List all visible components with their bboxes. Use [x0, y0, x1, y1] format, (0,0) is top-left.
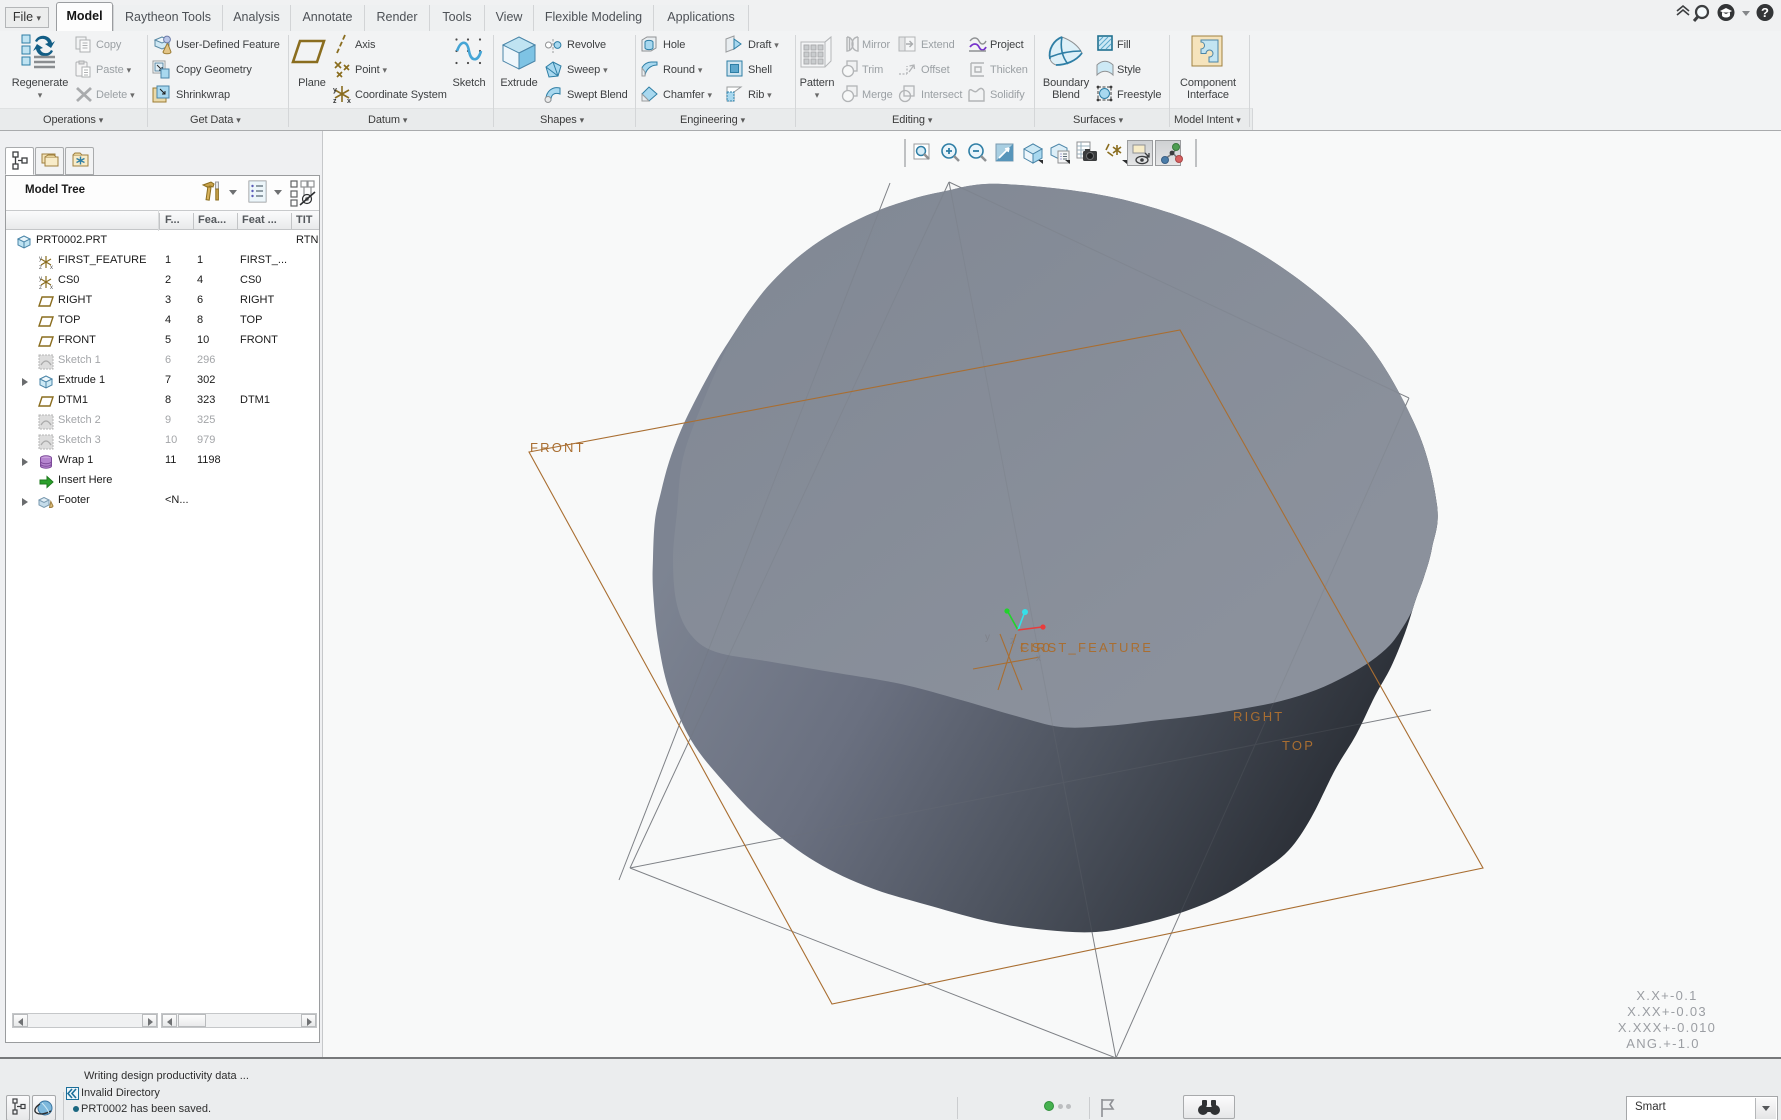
svg-text:y: y [333, 87, 337, 94]
svg-text:y: y [985, 632, 990, 643]
svg-text:X.XXX+-0.010: X.XXX+-0.010 [1618, 1020, 1716, 1035]
svg-text:y: y [39, 276, 42, 282]
svg-text:z: z [39, 265, 42, 270]
svg-text:x: x [347, 98, 351, 105]
svg-text:z: z [39, 285, 42, 290]
svg-text:z: z [1010, 636, 1015, 647]
svg-text:x: x [50, 285, 53, 290]
svg-text:y: y [39, 256, 42, 262]
svg-text:TOP: TOP [1282, 738, 1315, 753]
svg-text:RIGHT: RIGHT [1233, 709, 1284, 724]
svg-text:?: ? [1761, 5, 1769, 20]
svg-text:z: z [333, 98, 337, 105]
svg-text:x: x [50, 265, 53, 270]
svg-text:FRONT: FRONT [530, 440, 586, 455]
svg-text:X.XX+-0.03: X.XX+-0.03 [1627, 1004, 1707, 1019]
svg-text:X.X+-0.1: X.X+-0.1 [1636, 988, 1697, 1003]
svg-text:ANG.+-1.0: ANG.+-1.0 [1626, 1036, 1699, 1051]
svg-text:x: x [1036, 653, 1041, 664]
